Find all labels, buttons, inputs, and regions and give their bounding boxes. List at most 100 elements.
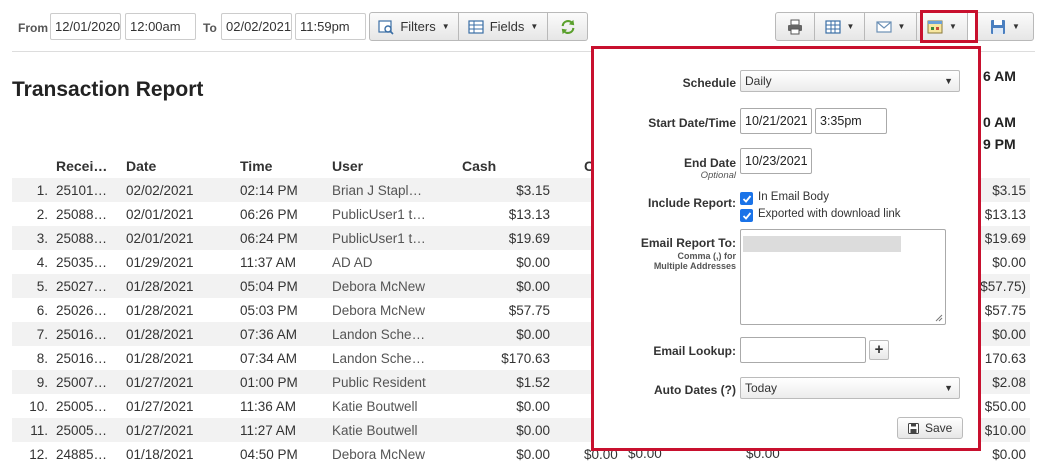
email-report-to-textarea[interactable] [740,229,946,325]
save-schedule-button[interactable]: Save [897,417,964,439]
header-am-fragment: 0 AM [983,114,1016,130]
cell-receipt: 25007… [52,370,122,394]
cell-date: 02/01/2021 [122,226,236,250]
column-header-receipt[interactable]: Recei… [52,154,122,178]
cell-user: PublicUser1 t… [332,206,426,222]
cell-date: 01/28/2021 [126,302,194,318]
cell-user: Brian J Stapl… [328,178,458,202]
cell-cash: $0.00 [458,274,554,298]
column-header-time[interactable]: Time [236,154,328,178]
cell-receipt: 24885… [56,446,108,462]
print-button[interactable] [775,12,815,41]
end-date-input[interactable]: 10/23/2021 [740,148,812,174]
cell-n: 2. [36,206,48,222]
schedule-select-value: Daily [745,74,772,88]
cell-cash: $57.75 [508,302,550,318]
cell-time: 05:04 PM [236,274,328,298]
cell-date: 01/27/2021 [122,418,236,442]
cell-user: Katie Boutwell [328,418,458,442]
chevron-down-icon: ▼ [846,22,855,31]
fields-button[interactable]: Fields ▼ [459,12,548,41]
add-email-button[interactable]: + [869,340,889,360]
refresh-button[interactable] [548,12,588,41]
cell-user: Debora McNew [332,446,426,462]
columns-button[interactable]: ▼ [815,12,865,41]
cell-time: 01:00 PM [236,370,328,394]
cell-user: Public Resident [328,370,458,394]
cell-n: 8. [36,350,48,366]
checkmark-icon [742,194,751,203]
cell-receipt: 25005… [52,418,122,442]
refresh-icon [560,19,576,35]
to-date-input[interactable]: 02/02/2021 [221,13,292,40]
cell-receipt: 25101… [52,178,122,202]
cell-n: 3. [12,226,52,250]
include-email-body-checkbox[interactable] [740,192,753,205]
start-time-input[interactable]: 3:35pm [815,108,887,134]
grid-icon [468,19,484,35]
report-title: Transaction Report [12,78,204,101]
from-date-input[interactable]: 12/01/2020 [50,13,121,40]
schedule-select[interactable]: Daily ▼ [740,70,960,92]
start-datetime-label: Start Date/Time [648,116,736,130]
cell-date: 01/18/2021 [126,446,194,462]
cell-n: 11. [12,418,52,442]
cell-receipt: 25026… [56,302,108,318]
chevron-down-icon: ▼ [441,22,450,31]
cell-time: 07:36 AM [236,322,328,346]
column-header-date[interactable]: Date [122,154,236,178]
email-report-to-hint-2: Multiple Addresses [653,261,736,271]
cell-cash: $19.69 [458,226,554,250]
printer-icon [787,19,803,35]
cell-user: Landon Sche… [332,350,426,366]
save-icon [908,422,919,434]
cell-n: 7. [12,322,52,346]
cell-user: Katie Boutwell [332,398,418,414]
cell-user: Landon Sche… [328,322,458,346]
cell-cash: $0.00 [516,398,550,414]
columns-icon [824,19,841,35]
header-time-fragment: 6 AM [983,68,1016,84]
cell-receipt: 25005… [56,398,108,414]
cell-receipt: 25088… [52,226,122,250]
cell-n: 1. [12,178,52,202]
cell-receipt: 25016… [52,322,122,346]
cell-cash: $0.00 [516,446,550,462]
from-time-input[interactable]: 12:00am [125,13,196,40]
column-header-cash[interactable]: Cash [458,154,554,178]
from-label: From [18,21,48,35]
save-report-button[interactable]: ▼ [976,12,1034,41]
filters-label: Filters [400,19,436,34]
schedule-label: Schedule [682,76,736,90]
include-download-link-checkbox[interactable] [740,209,753,222]
cell-time: 04:50 PM [240,446,298,462]
auto-dates-select[interactable]: Today ▼ [740,377,960,399]
to-label: To [203,21,217,35]
cell-date: 01/27/2021 [126,398,194,414]
cell-user: Debora McNew [332,302,426,318]
cell-date: 02/02/2021 [122,178,236,202]
header-pm-fragment: 9 PM [983,136,1016,152]
auto-dates-select-value: Today [745,381,778,395]
filters-button[interactable]: Filters ▼ [369,12,459,41]
email-icon [875,19,892,35]
cell-time: 11:36 AM [240,398,297,414]
cell-n: 6. [36,302,48,318]
end-date-label: End Date [683,156,736,170]
email-report-to-label: Email Report To: [640,236,736,250]
email-lookup-input[interactable] [740,337,866,363]
cell-cash: $170.63 [501,350,550,366]
cell-user: AD AD [332,254,373,270]
cell-cash: $13.13 [508,206,550,222]
column-header-index [12,154,52,178]
chevron-down-icon: ▼ [530,22,539,31]
start-date-input[interactable]: 10/21/2021 [740,108,812,134]
checkmark-icon [742,211,751,220]
cell-cash: $3.15 [458,178,554,202]
to-time-input[interactable]: 11:59pm [295,13,366,40]
email-button[interactable]: ▼ [865,12,917,41]
include-download-link-label: Exported with download link [758,208,901,220]
chevron-down-icon: ▼ [944,383,953,393]
cell-time: 05:03 PM [240,302,298,318]
column-header-user[interactable]: User [328,154,458,178]
